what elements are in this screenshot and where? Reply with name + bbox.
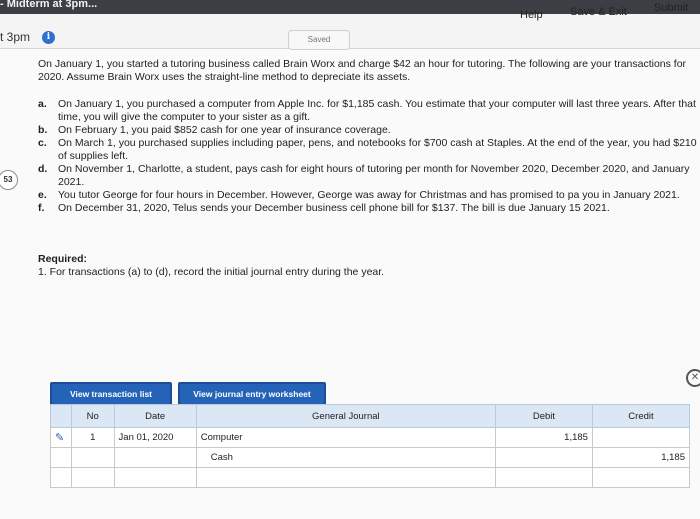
- item-text: On December 31, 2020, Telus sends your D…: [58, 202, 610, 214]
- edit-cell: [50, 467, 72, 488]
- item-letter: c.: [38, 137, 47, 149]
- item-letter: a.: [38, 98, 47, 110]
- timer-label: t 3pm: [0, 30, 31, 44]
- journal-header-row: No Date General Journal Debit Credit: [50, 404, 691, 428]
- list-item: b. On February 1, you paid $852 cash for …: [38, 124, 698, 137]
- row-date: [113, 447, 197, 468]
- help-button[interactable]: Help: [520, 9, 543, 21]
- list-item: e. You tutor George for four hours in Dec…: [38, 189, 698, 202]
- row-account: Cash: [195, 447, 496, 468]
- list-item: d. On November 1, Charlotte, a student, p…: [38, 163, 698, 189]
- saved-status: Saved: [288, 30, 350, 50]
- item-text: You tutor George for four hours in Decem…: [58, 189, 680, 201]
- column-header-credit: Credit: [591, 404, 691, 428]
- column-header-no: No: [70, 404, 115, 428]
- required-label: Required:: [38, 253, 88, 265]
- row-credit: [591, 467, 691, 488]
- list-item: c. On March 1, you purchased supplies inc…: [38, 137, 698, 163]
- list-item: f. On December 31, 2020, Telus sends your…: [38, 202, 698, 215]
- journal-table: No Date General Journal Debit Credit ✎ 1…: [50, 404, 691, 488]
- edit-cell[interactable]: ✎: [50, 427, 72, 448]
- transaction-list: a. On January 1, you purchased a computer…: [38, 98, 698, 215]
- row-date: Jan 01, 2020: [113, 427, 197, 448]
- item-text: On January 1, you purchased a computer f…: [58, 98, 696, 123]
- close-icon[interactable]: ✕: [686, 369, 700, 387]
- pencil-icon[interactable]: ✎: [55, 432, 64, 444]
- item-text: On February 1, you paid $852 cash for on…: [58, 124, 391, 136]
- tab-title[interactable]: - Midterm at 3pm...: [0, 0, 97, 10]
- view-journal-worksheet-button[interactable]: View journal entry worksheet: [178, 382, 326, 406]
- row-account: Computer: [195, 427, 496, 448]
- required-section: Required: 1. For transactions (a) to (d)…: [38, 253, 698, 279]
- required-text: 1. For transactions (a) to (d), record t…: [38, 266, 385, 278]
- column-header-date: Date: [113, 404, 197, 428]
- row-account: [195, 467, 496, 488]
- table-row[interactable]: [50, 467, 691, 488]
- item-text: On November 1, Charlotte, a student, pay…: [58, 163, 690, 188]
- assignment-header: Saved Help Save & Exit Submit: [0, 2, 700, 50]
- table-row[interactable]: ✎ 1 Jan 01, 2020 Computer 1,185: [50, 427, 691, 448]
- row-debit: [494, 467, 593, 488]
- item-letter: d.: [38, 163, 48, 175]
- item-letter: e.: [38, 189, 47, 201]
- row-number: [70, 447, 115, 468]
- row-credit: 1,185: [591, 447, 691, 468]
- table-row[interactable]: Cash 1,185: [50, 447, 691, 468]
- item-text: On March 1, you purchased supplies inclu…: [58, 137, 697, 162]
- row-number: [70, 467, 115, 488]
- edit-column-header: [50, 404, 72, 428]
- row-credit: [591, 427, 691, 448]
- row-debit: 1,185: [494, 427, 593, 448]
- question-number-badge[interactable]: 53: [0, 170, 18, 190]
- save-exit-button[interactable]: Save & Exit: [570, 6, 627, 18]
- problem-intro: On January 1, you started a tutoring bus…: [38, 58, 687, 83]
- item-letter: f.: [38, 202, 45, 214]
- edit-cell: [50, 447, 72, 468]
- row-number: 1: [70, 427, 115, 448]
- row-debit: [494, 447, 593, 468]
- column-header-debit: Debit: [494, 404, 593, 428]
- problem-content: On January 1, you started a tutoring bus…: [38, 58, 698, 279]
- submit-button[interactable]: Submit: [654, 2, 688, 14]
- column-header-general-journal: General Journal: [195, 404, 496, 428]
- app-frame: - Midterm at 3pm... Saved Help Save & Ex…: [0, 0, 700, 519]
- view-transaction-list-button[interactable]: View transaction list: [50, 382, 172, 406]
- row-date: [113, 467, 197, 488]
- info-icon[interactable]: i: [42, 31, 55, 44]
- list-item: a. On January 1, you purchased a computer…: [38, 98, 698, 124]
- item-letter: b.: [38, 124, 48, 136]
